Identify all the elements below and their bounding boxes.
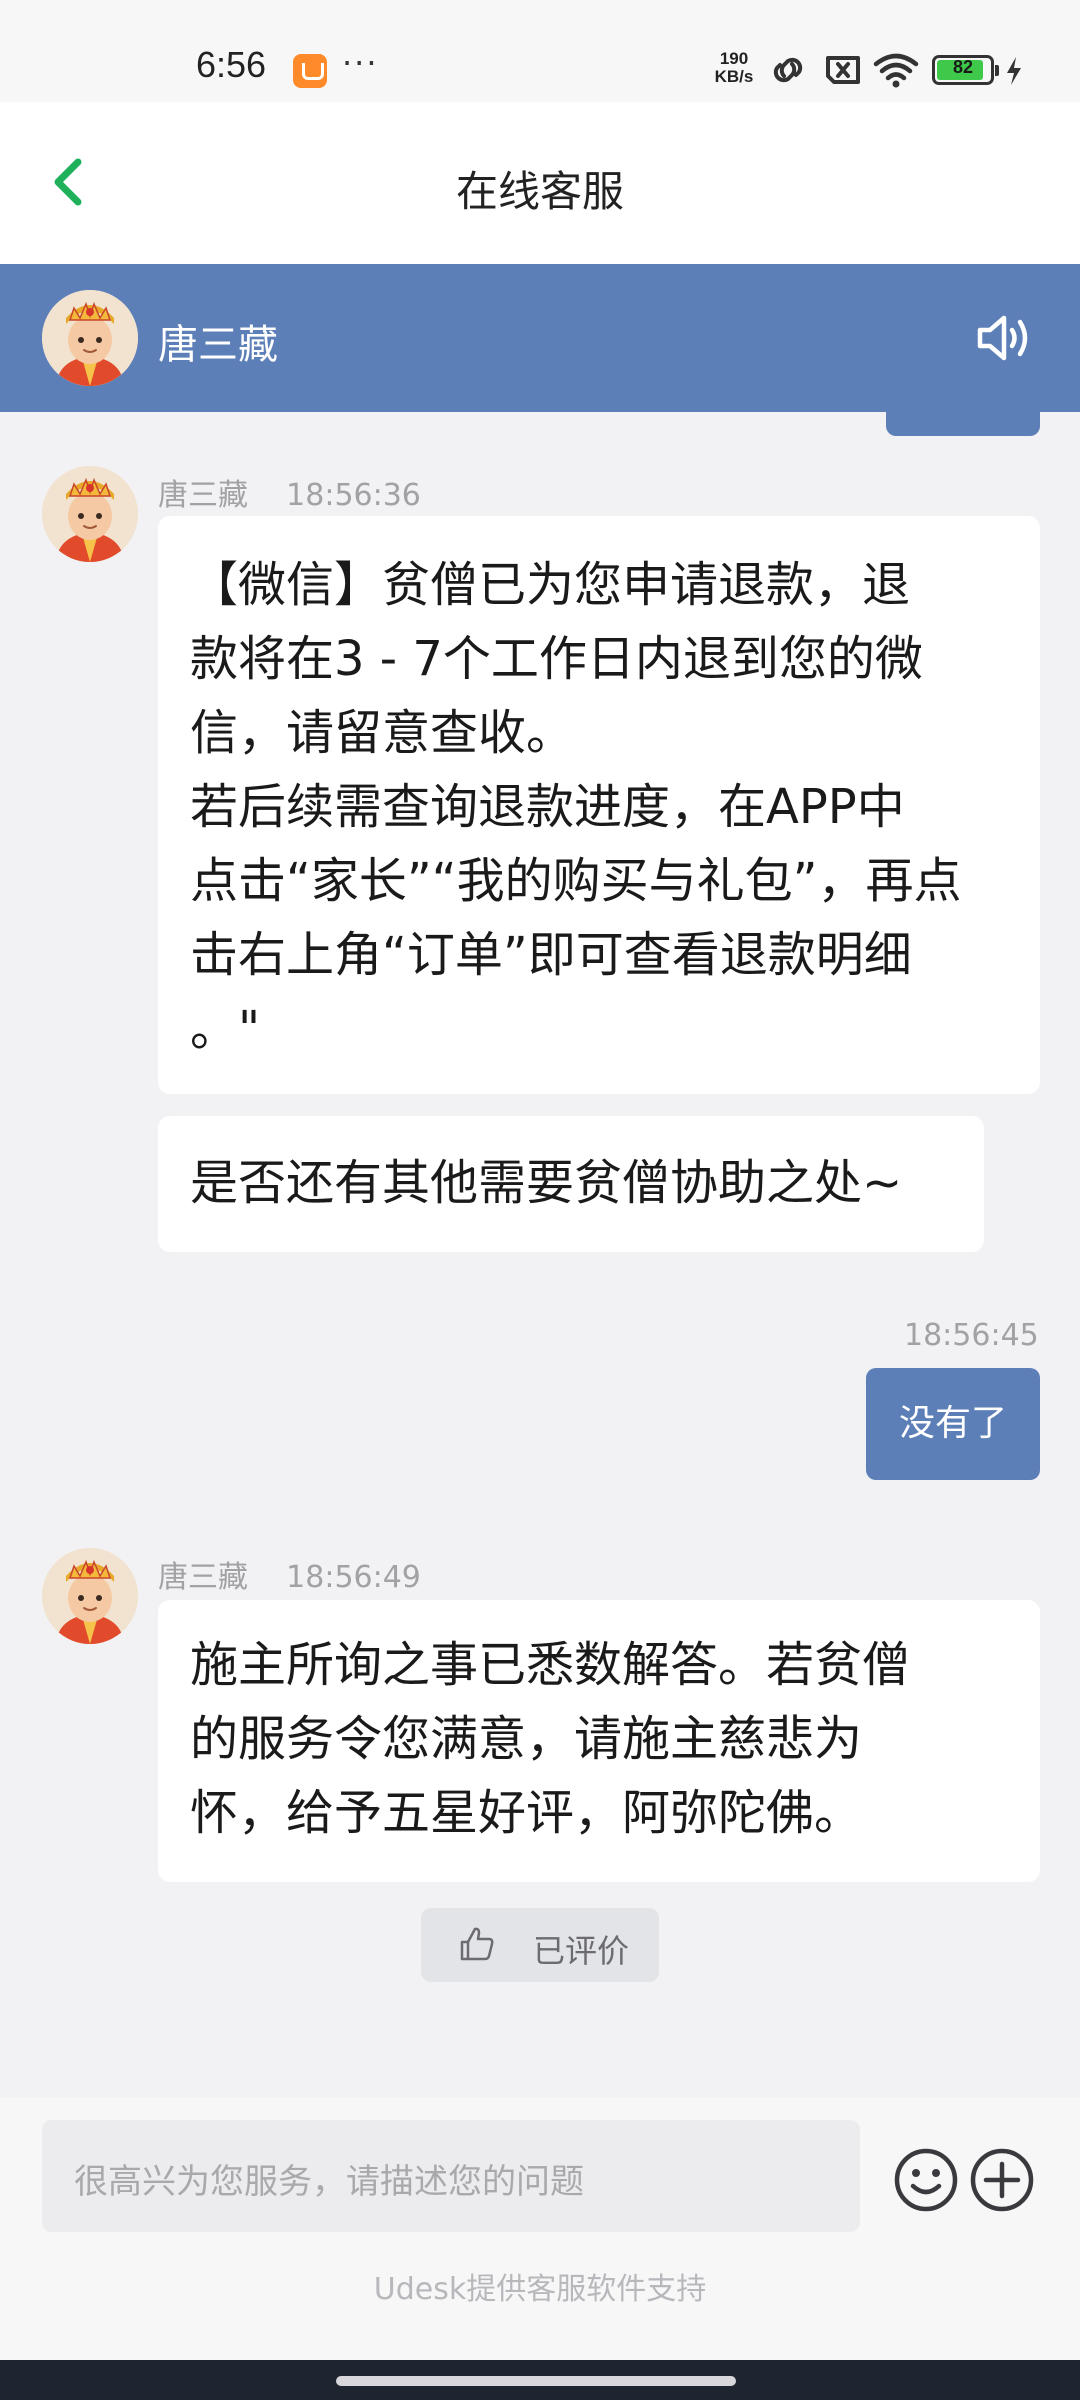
- message-bubble: 是否还有其他需要贫僧协助之处~: [158, 1116, 984, 1252]
- message-line: 【微信】贫僧已为您申请退款，退: [190, 557, 911, 613]
- message-line: 点击“家长”“我的购买与礼包”，再点: [190, 853, 962, 909]
- plus-icon[interactable]: [968, 2146, 1036, 2214]
- status-time: 6:56: [196, 44, 267, 85]
- message-line: 击右上角“订单”即可查看退款明细: [190, 927, 912, 983]
- network-speed-unit: KB/s: [714, 67, 754, 86]
- system-nav-bar: [0, 2360, 1080, 2400]
- message-input[interactable]: 很高兴为您服务，请描述您的问题: [42, 2120, 860, 2232]
- app-header: 在线客服: [0, 102, 1080, 264]
- message-line: 的服务令您满意，请施主慈悲为: [190, 1711, 863, 1767]
- message-time: 18:56:45: [904, 1318, 1039, 1353]
- sender-name: 唐三藏: [158, 478, 248, 513]
- more-notifications-icon: ···: [342, 44, 379, 82]
- message-line: 若后续需查询退款进度，在APP中: [190, 779, 905, 835]
- thumbs-up-icon: [460, 1927, 494, 1961]
- emoji-icon[interactable]: [892, 2146, 960, 2214]
- wifi-icon: [873, 53, 919, 88]
- powered-by-text: Udesk提供客服软件支持: [373, 2272, 707, 2307]
- input-placeholder: 很高兴为您服务，请描述您的问题: [74, 2162, 584, 2202]
- message-line: 怀，给予五星好评，阿弥陀佛。: [190, 1785, 863, 1841]
- battery-icon: 82: [932, 55, 999, 85]
- rated-button[interactable]: 已评价: [421, 1908, 659, 1982]
- agent-avatar: [42, 290, 138, 386]
- agent-name: 唐三藏: [158, 322, 278, 368]
- status-bar: 6:56 ··· 190 KB/s 82: [0, 0, 1080, 102]
- agent-avatar: [42, 466, 138, 562]
- message-time: 18:56:36: [286, 478, 421, 513]
- charging-icon: [1007, 57, 1021, 85]
- message-bubble: 【微信】贫僧已为您申请退款，退 款将在3 - 7个工作日内退到您的微 信，请留意…: [158, 516, 1040, 1094]
- sender-name: 唐三藏: [158, 1560, 248, 1595]
- home-gesture-pill[interactable]: [336, 2376, 736, 2386]
- previous-sent-bubble: [886, 412, 1040, 436]
- message-bubble: 施主所询之事已悉数解答。若贫僧 的服务令您满意，请施主慈悲为 怀，给予五星好评，…: [158, 1600, 1040, 1882]
- message-line: 施主所询之事已悉数解答。若贫僧: [190, 1637, 911, 1693]
- network-speed-value: 190: [719, 49, 749, 68]
- agent-bar: 唐三藏: [0, 264, 1080, 412]
- message-time: 18:56:49: [286, 1560, 421, 1595]
- link-icon: [773, 57, 803, 83]
- message-line: 是否还有其他需要贫僧协助之处~: [190, 1155, 903, 1211]
- message-meta: 唐三藏 18:56:49: [158, 1552, 421, 1596]
- message-line: 信，请留意查收。: [190, 705, 575, 761]
- no-sim-icon: [826, 56, 860, 84]
- page-title: 在线客服: [455, 167, 624, 216]
- input-bar: 很高兴为您服务，请描述您的问题 Udesk提供客服软件支持: [0, 2098, 1080, 2360]
- rated-label: 已评价: [533, 1932, 630, 1970]
- agent-avatar: [42, 1548, 138, 1644]
- battery-percent: 82: [952, 57, 974, 77]
- speaker-icon[interactable]: [974, 308, 1036, 368]
- message-line: 。": [190, 1001, 261, 1057]
- shopping-bag-app-icon: [293, 54, 327, 88]
- message-line: 款将在3 - 7个工作日内退到您的微: [190, 631, 923, 687]
- message-meta: 唐三藏 18:56:36: [158, 470, 421, 514]
- network-speed: 190 KB/s: [708, 50, 760, 86]
- sent-message-bubble: 没有了: [866, 1368, 1040, 1480]
